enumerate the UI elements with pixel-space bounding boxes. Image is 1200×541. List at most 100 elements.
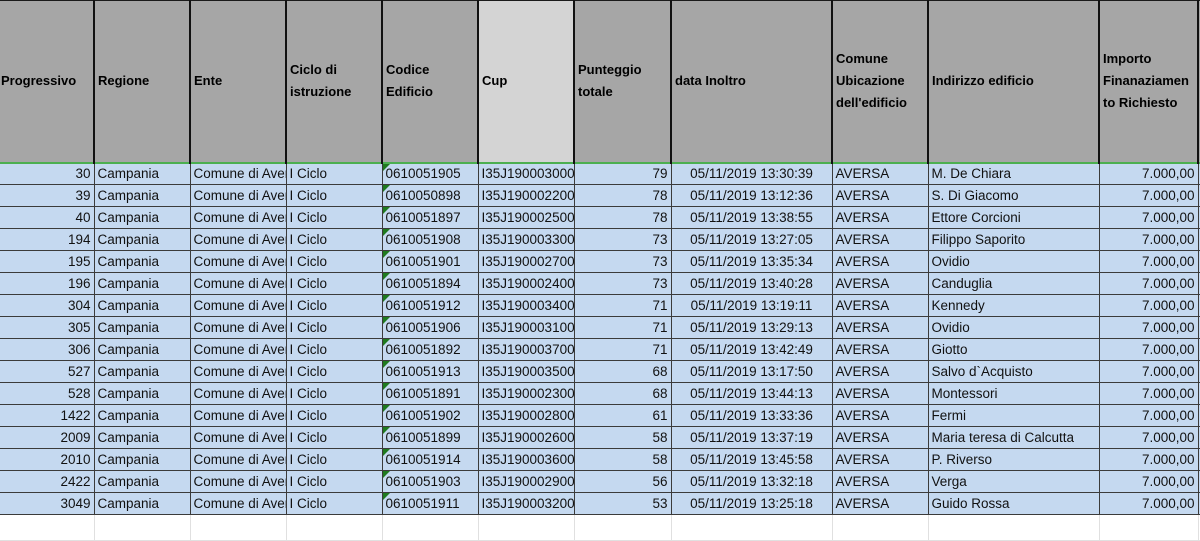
cell-data[interactable]: 05/11/2019 13:38:55 bbox=[670, 206, 833, 229]
cell-indirizzo[interactable]: Fermi bbox=[927, 404, 1100, 427]
cell-importo[interactable]: 7.000,00 bbox=[1098, 294, 1199, 317]
cell-cup[interactable]: I35J190002800 bbox=[477, 404, 575, 427]
empty-cell[interactable] bbox=[670, 514, 833, 541]
cell-regione[interactable]: Campania bbox=[93, 492, 191, 515]
cell-cup[interactable]: I35J190002500 bbox=[477, 206, 575, 229]
cell-ciclo[interactable]: I Ciclo bbox=[285, 250, 383, 273]
cell-cup[interactable]: I35J190003500 bbox=[477, 360, 575, 383]
cell-importo[interactable]: 7.000,00 bbox=[1098, 338, 1199, 361]
col-header-ciclo[interactable]: Ciclo di istruzione bbox=[285, 0, 383, 163]
cell-indirizzo[interactable]: Filippo Saporito bbox=[927, 228, 1100, 251]
col-header-codice-edificio[interactable]: Codice Edificio bbox=[381, 0, 479, 163]
cell-codice[interactable]: 0610051902 bbox=[381, 404, 479, 427]
cell-data[interactable]: 05/11/2019 13:37:19 bbox=[670, 426, 833, 449]
table-row[interactable]: 528CampaniaComune di AversaI Ciclo061005… bbox=[0, 382, 1200, 405]
col-header-cup[interactable]: Cup bbox=[477, 0, 575, 163]
cell-regione[interactable]: Campania bbox=[93, 206, 191, 229]
cell-cup[interactable]: I35J190002400 bbox=[477, 272, 575, 295]
cell-punteggio[interactable]: 53 bbox=[573, 492, 672, 515]
cell-progressivo[interactable]: 2010 bbox=[0, 448, 95, 471]
cell-indirizzo[interactable]: M. De Chiara bbox=[927, 161, 1100, 185]
cell-progressivo[interactable]: 306 bbox=[0, 338, 95, 361]
cell-indirizzo[interactable]: Guido Rossa bbox=[927, 492, 1100, 515]
cell-indirizzo[interactable]: P. Riverso bbox=[927, 448, 1100, 471]
cell-ciclo[interactable]: I Ciclo bbox=[285, 382, 383, 405]
cell-cup[interactable]: I35J190003200 bbox=[477, 492, 575, 515]
cell-importo[interactable]: 7.000,00 bbox=[1098, 404, 1199, 427]
cell-punteggio[interactable]: 68 bbox=[573, 382, 672, 405]
cell-ente[interactable]: Comune di Aversa bbox=[189, 470, 287, 493]
cell-progressivo[interactable]: 195 bbox=[0, 250, 95, 273]
cell-ciclo[interactable]: I Ciclo bbox=[285, 206, 383, 229]
spreadsheet[interactable]: Progressivo Regione Ente Ciclo di istruz… bbox=[0, 0, 1200, 541]
cell-indirizzo[interactable]: Montessori bbox=[927, 382, 1100, 405]
empty-cell[interactable] bbox=[573, 514, 672, 541]
cell-cup[interactable]: I35J190003100 bbox=[477, 316, 575, 339]
cell-cup[interactable]: I35J190003700 bbox=[477, 338, 575, 361]
empty-cell[interactable] bbox=[1098, 514, 1199, 541]
cell-data[interactable]: 05/11/2019 13:33:36 bbox=[670, 404, 833, 427]
cell-ciclo[interactable]: I Ciclo bbox=[285, 294, 383, 317]
cell-progressivo[interactable]: 305 bbox=[0, 316, 95, 339]
cell-progressivo[interactable]: 30 bbox=[0, 161, 95, 185]
empty-cell[interactable] bbox=[285, 514, 383, 541]
empty-cell[interactable] bbox=[0, 514, 95, 541]
cell-comune[interactable]: AVERSA bbox=[831, 426, 929, 449]
cell-progressivo[interactable]: 2422 bbox=[0, 470, 95, 493]
empty-cell[interactable] bbox=[831, 514, 929, 541]
cell-regione[interactable]: Campania bbox=[93, 184, 191, 207]
cell-ciclo[interactable]: I Ciclo bbox=[285, 426, 383, 449]
cell-codice[interactable]: 0610051903 bbox=[381, 470, 479, 493]
table-row[interactable]: 2009CampaniaComune di AversaI Ciclo06100… bbox=[0, 426, 1200, 449]
cell-indirizzo[interactable]: Canduglia bbox=[927, 272, 1100, 295]
table-row[interactable]: 304CampaniaComune di AversaI Ciclo061005… bbox=[0, 294, 1200, 317]
cell-data[interactable]: 05/11/2019 13:45:58 bbox=[670, 448, 833, 471]
cell-ente[interactable]: Comune di Aversa bbox=[189, 448, 287, 471]
cell-indirizzo[interactable]: Ovidio bbox=[927, 316, 1100, 339]
cell-regione[interactable]: Campania bbox=[93, 272, 191, 295]
cell-progressivo[interactable]: 528 bbox=[0, 382, 95, 405]
col-header-regione[interactable]: Regione bbox=[93, 0, 191, 163]
cell-cup[interactable]: I35J190002200 bbox=[477, 184, 575, 207]
cell-data[interactable]: 05/11/2019 13:17:50 bbox=[670, 360, 833, 383]
cell-importo[interactable]: 7.000,00 bbox=[1098, 228, 1199, 251]
cell-cup[interactable]: I35J190002700 bbox=[477, 250, 575, 273]
cell-ente[interactable]: Comune di Aversa bbox=[189, 184, 287, 207]
cell-comune[interactable]: AVERSA bbox=[831, 470, 929, 493]
cell-punteggio[interactable]: 71 bbox=[573, 316, 672, 339]
cell-progressivo[interactable]: 194 bbox=[0, 228, 95, 251]
cell-punteggio[interactable]: 58 bbox=[573, 448, 672, 471]
cell-regione[interactable]: Campania bbox=[93, 404, 191, 427]
cell-importo[interactable]: 7.000,00 bbox=[1098, 184, 1199, 207]
cell-indirizzo[interactable]: Giotto bbox=[927, 338, 1100, 361]
cell-progressivo[interactable]: 196 bbox=[0, 272, 95, 295]
cell-data[interactable]: 05/11/2019 13:40:28 bbox=[670, 272, 833, 295]
cell-ciclo[interactable]: I Ciclo bbox=[285, 338, 383, 361]
cell-ciclo[interactable]: I Ciclo bbox=[285, 272, 383, 295]
cell-codice[interactable]: 0610051906 bbox=[381, 316, 479, 339]
col-header-indirizzo[interactable]: Indirizzo edificio bbox=[927, 0, 1100, 163]
cell-codice[interactable]: 0610051908 bbox=[381, 228, 479, 251]
cell-progressivo[interactable]: 1422 bbox=[0, 404, 95, 427]
cell-comune[interactable]: AVERSA bbox=[831, 382, 929, 405]
cell-comune[interactable]: AVERSA bbox=[831, 448, 929, 471]
cell-comune[interactable]: AVERSA bbox=[831, 250, 929, 273]
empty-row[interactable] bbox=[0, 514, 1200, 541]
cell-punteggio[interactable]: 68 bbox=[573, 360, 672, 383]
table-row[interactable]: 1422CampaniaComune di AversaI Ciclo06100… bbox=[0, 404, 1200, 427]
cell-comune[interactable]: AVERSA bbox=[831, 161, 929, 185]
cell-codice[interactable]: 0610051905 bbox=[381, 161, 479, 185]
col-header-punteggio[interactable]: Punteggio totale bbox=[573, 0, 672, 163]
cell-importo[interactable]: 7.000,00 bbox=[1098, 382, 1199, 405]
cell-importo[interactable]: 7.000,00 bbox=[1098, 360, 1199, 383]
cell-codice[interactable]: 0610051912 bbox=[381, 294, 479, 317]
cell-ciclo[interactable]: I Ciclo bbox=[285, 404, 383, 427]
cell-comune[interactable]: AVERSA bbox=[831, 338, 929, 361]
cell-importo[interactable]: 7.000,00 bbox=[1098, 250, 1199, 273]
table-row[interactable]: 30CampaniaComune di AversaI Ciclo0610051… bbox=[0, 161, 1200, 185]
table-row[interactable]: 305CampaniaComune di AversaI Ciclo061005… bbox=[0, 316, 1200, 339]
cell-comune[interactable]: AVERSA bbox=[831, 184, 929, 207]
cell-regione[interactable]: Campania bbox=[93, 294, 191, 317]
cell-comune[interactable]: AVERSA bbox=[831, 206, 929, 229]
cell-ciclo[interactable]: I Ciclo bbox=[285, 316, 383, 339]
